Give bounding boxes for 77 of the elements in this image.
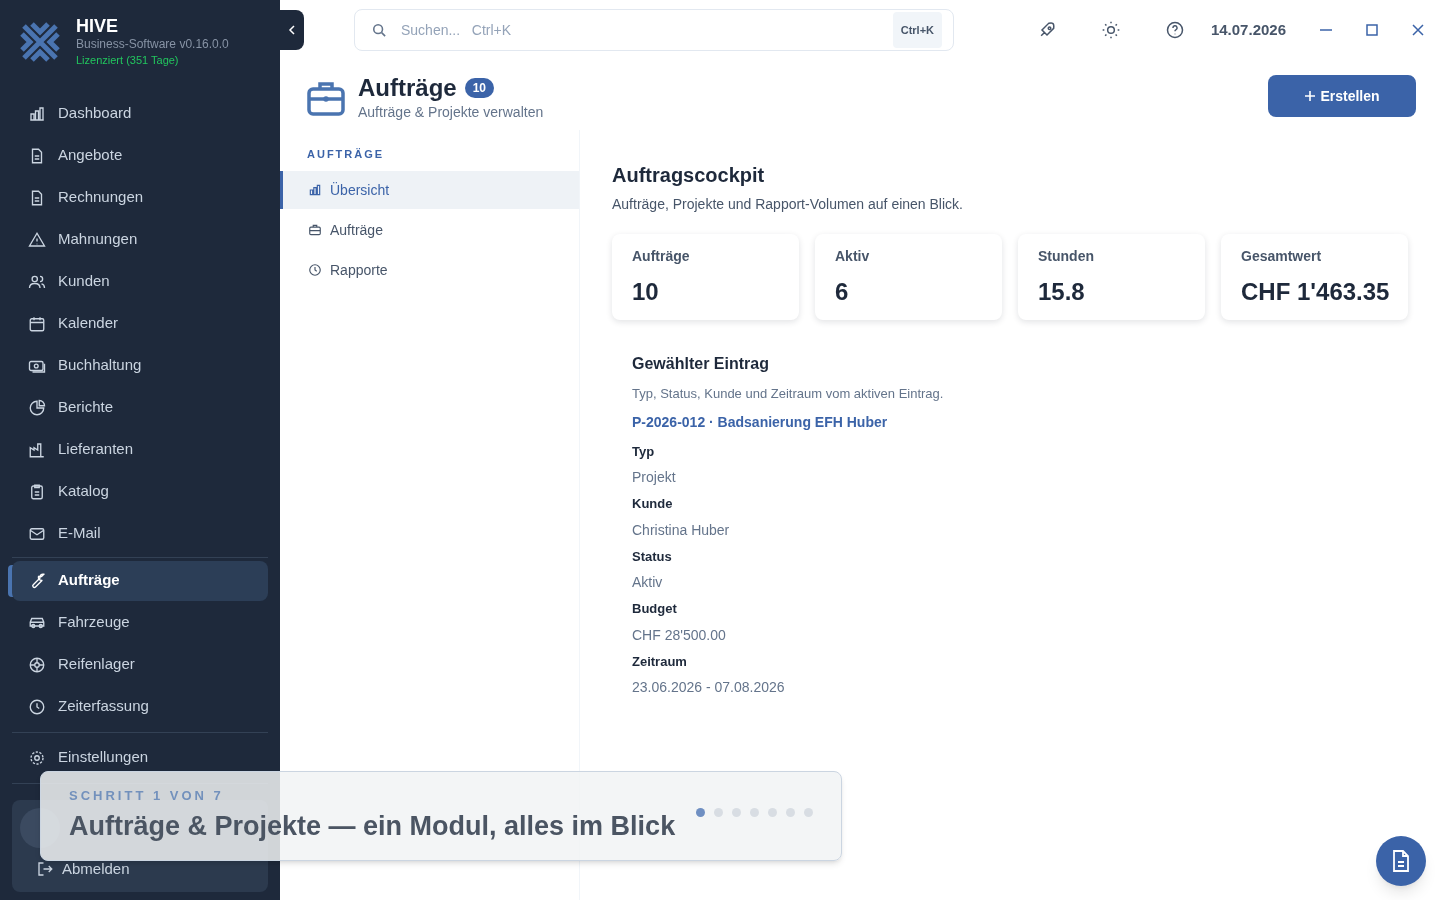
calendar-icon [28,314,46,333]
nav-item[interactable]: Zeiterfassung [12,686,268,727]
stat-label: Stunden [1038,247,1095,266]
field-label: Typ [632,442,656,461]
page-title: Aufträge [358,74,457,102]
sun-icon[interactable] [1100,20,1121,40]
tour-step: SCHRITT 1 VON 7 [69,786,676,806]
tire-icon [28,655,46,674]
field-value: CHF 28'500.00 [632,625,727,645]
date-text: 14.07.2026 [1210,19,1286,40]
help-icon[interactable] [1164,20,1185,40]
collapse-button[interactable] [280,10,304,50]
logout-link[interactable]: Abmelden [20,857,260,880]
license-status: Lizenziert (351 Tage) [76,53,180,68]
create-button[interactable]: Erstellen [1268,75,1416,117]
field-label: Status [632,547,673,566]
section-title: Auftragscockpit [612,163,766,188]
stat-value: CHF 1'463.35 [1241,277,1388,307]
clipboard-icon [28,482,46,501]
brand-name: HIVE [76,16,119,36]
field-value: Aktiv [632,573,664,592]
nav-item[interactable]: Reifenlager [12,644,268,685]
field-label: Zeitraum [632,652,688,671]
section-subtitle: Aufträge, Projekte und Rapport-Volumen auf einen Blick. [612,195,964,214]
nav-item[interactable]: Angebote [12,135,268,176]
warning-icon [28,230,46,249]
stat-value: 10 [632,277,660,307]
chevron-left-icon [288,25,296,35]
document-icon [1391,850,1411,872]
shortcut-hint: Ctrl+K [892,12,942,48]
stat-value: 15.8 [1038,277,1086,307]
search-icon [372,23,386,37]
close-icon[interactable] [1412,24,1424,36]
stat-value: 6 [835,277,850,307]
nav-item[interactable]: Buchhaltung [12,345,268,386]
clock-icon [28,697,46,716]
factory-icon [28,440,46,459]
tour-title: Aufträge & Projekte — ein Modul, alles im Blick [69,809,676,843]
nav-item[interactable]: Lieferanten [12,429,268,470]
stat-label: Gesamtwert [1241,247,1323,266]
field-value: Christina Huber [632,520,731,540]
document-button[interactable] [1376,836,1426,886]
version-text: Business-Software v0.16.0.0 [76,36,229,52]
settings-icon [28,748,46,767]
subnav-item[interactable]: Rapporte [280,250,579,289]
chart-icon [308,182,322,197]
nav-item[interactable]: Berichte [12,387,268,428]
maximize-icon[interactable] [1366,24,1378,36]
subnav-item[interactable]: Aufträge [280,210,579,249]
entry-title: Gewählter Eintrag [632,354,770,374]
nav-item[interactable]: Mahnungen [12,219,268,260]
subnav-item[interactable]: Übersicht [280,170,579,209]
page-subtitle: Aufträge & Projekte verwalten [358,103,544,122]
section-heading: AUFTRÄGE [306,147,386,162]
nav-item[interactable]: Katalog [12,471,268,512]
nav-item[interactable]: E-Mail [12,513,268,554]
field-label: Kunde [632,495,674,513]
stat-label: Aufträge [632,247,691,266]
logout-icon [36,859,54,878]
field-value: Projekt [632,468,677,487]
field-value: 23.06.2026 - 07.08.2026 [632,678,786,697]
nav-item[interactable]: Kunden [12,261,268,302]
nav-item[interactable]: Dashboard [12,93,268,134]
count-badge: 10 [464,78,495,98]
nav-item[interactable]: Fahrzeuge [12,602,268,643]
clock-icon [308,262,322,277]
field-label: Budget [632,600,678,618]
pie-chart-icon [28,398,46,417]
entry-subtitle: Typ, Status, Kunde und Zeitraum vom aktiven Eintrag. [632,385,945,403]
chart-icon [28,104,46,123]
nav-item[interactable]: Kalender [12,303,268,344]
stat-label: Aktiv [835,247,871,266]
nav-item[interactable]: Rechnungen [12,177,268,218]
settings-link[interactable]: Einstellungen [0,738,280,777]
entry-link[interactable]: P-2026-012 · Badsanierung EFH Huber [632,411,1388,432]
plus-icon [1304,90,1317,102]
briefcase-icon [308,222,322,237]
